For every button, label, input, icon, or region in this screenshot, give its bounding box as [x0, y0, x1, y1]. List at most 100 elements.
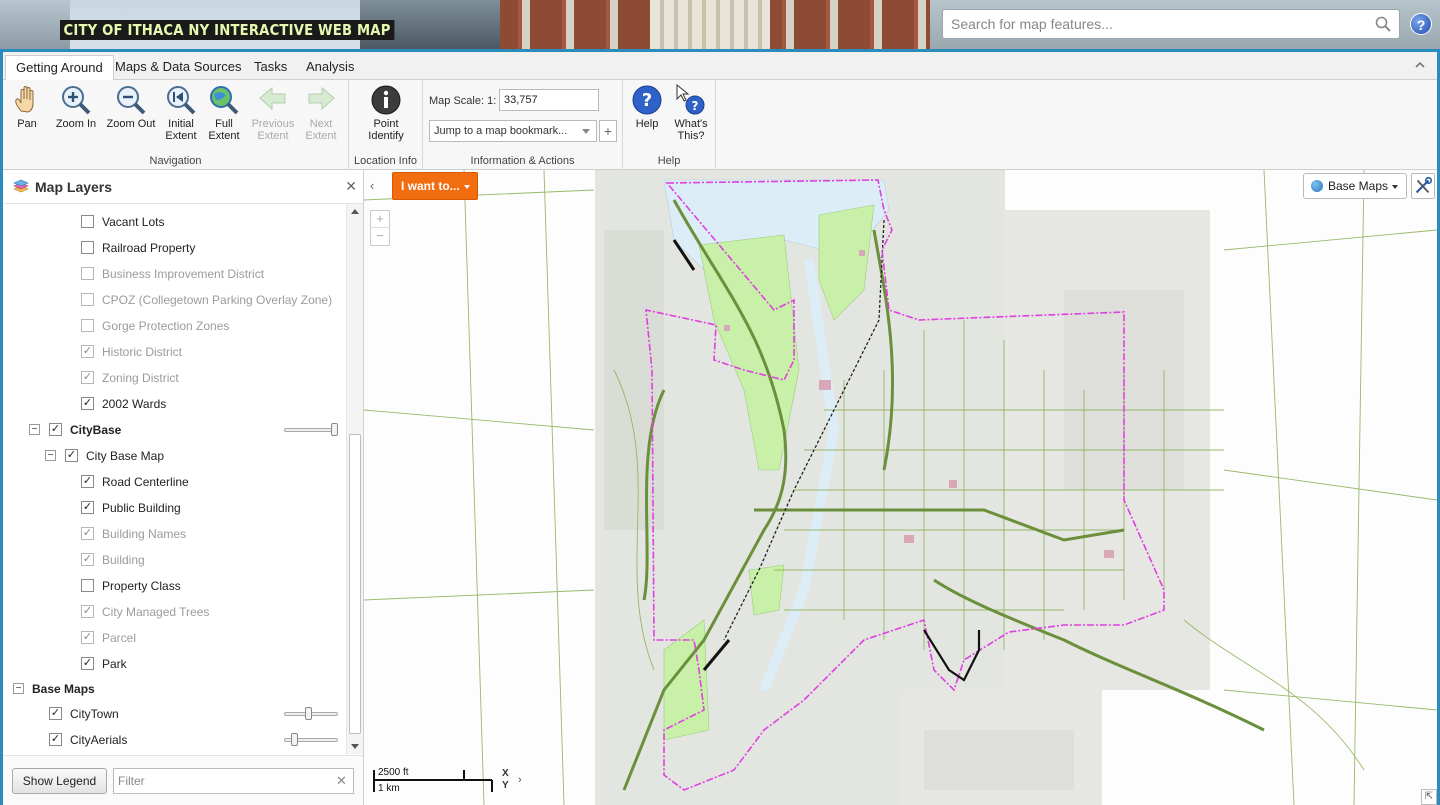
- map-tools-button[interactable]: [1411, 173, 1435, 199]
- svg-text:?: ?: [642, 90, 652, 111]
- slider-thumb[interactable]: [331, 423, 338, 436]
- zoom-out-button[interactable]: Zoom Out: [103, 84, 159, 130]
- scroll-down-icon[interactable]: [351, 744, 359, 749]
- layer-label: Park: [102, 657, 127, 671]
- globe-icon: [1311, 180, 1323, 192]
- scrollbar-thumb[interactable]: [349, 434, 361, 734]
- previous-extent-label-2: Extent: [257, 130, 289, 142]
- layer-checkbox[interactable]: ✓: [65, 449, 78, 462]
- slider-thumb[interactable]: [305, 707, 312, 720]
- layer-checkbox[interactable]: [81, 579, 94, 592]
- layer-checkbox[interactable]: ✓: [81, 371, 94, 384]
- base-maps-button[interactable]: Base Maps: [1303, 173, 1407, 199]
- expand-map-icon[interactable]: ⇱: [1421, 789, 1437, 805]
- collapse-toggle-icon[interactable]: −: [13, 683, 24, 694]
- layer-checkbox[interactable]: ✓: [81, 527, 94, 540]
- tab-maps-data-sources[interactable]: Maps & Data Sources: [105, 55, 251, 81]
- whats-this-button[interactable]: ? What's This?: [671, 84, 711, 142]
- layer-cityaerials[interactable]: ✓ CityAerials: [49, 730, 344, 750]
- show-legend-button[interactable]: Show Legend: [12, 768, 107, 794]
- layer-label: City Managed Trees: [102, 605, 210, 619]
- collapse-ribbon-icon[interactable]: [1413, 58, 1427, 72]
- opacity-slider-citytown[interactable]: [284, 707, 338, 720]
- base-maps-label: Base Maps: [1328, 179, 1389, 193]
- collapse-panel-chevron-icon[interactable]: ‹: [370, 178, 374, 193]
- layer-label: Gorge Protection Zones: [102, 319, 230, 333]
- layer-label: Railroad Property: [102, 241, 196, 255]
- opacity-slider-citybase[interactable]: [284, 423, 338, 436]
- layer-checkbox[interactable]: ✓: [49, 707, 62, 720]
- help-icon[interactable]: ?: [1410, 13, 1432, 35]
- coordinate-expand-icon[interactable]: ›: [518, 774, 522, 786]
- layer-checkbox[interactable]: [81, 267, 94, 280]
- panel-header: Map Layers ✕: [3, 170, 363, 204]
- pan-label: Pan: [17, 118, 37, 130]
- svg-text:?: ?: [692, 99, 699, 113]
- search-input[interactable]: [943, 10, 1363, 38]
- close-icon[interactable]: ✕: [345, 178, 357, 195]
- add-bookmark-button[interactable]: +: [599, 120, 617, 142]
- full-extent-button[interactable]: Full Extent: [206, 84, 242, 142]
- layer-checkbox[interactable]: ✓: [81, 501, 94, 514]
- zoom-in-button[interactable]: Zoom In: [51, 84, 101, 130]
- layer-checkbox[interactable]: ✓: [81, 553, 94, 566]
- previous-extent-button[interactable]: Previous Extent: [251, 84, 295, 142]
- collapse-toggle-icon[interactable]: −: [29, 424, 40, 435]
- zoom-in-label: Zoom In: [55, 118, 97, 130]
- opacity-slider-cityaerials[interactable]: [284, 733, 338, 746]
- i-want-to-label: I want to...: [401, 179, 460, 193]
- initial-extent-label-1: Initial: [168, 118, 194, 130]
- filter-input[interactable]: [113, 768, 354, 794]
- hand-icon: [15, 86, 34, 113]
- layer-label: Vacant Lots: [102, 215, 165, 229]
- ribbon-group-help: ? Help ? What's This? Help: [623, 80, 716, 170]
- layer-label: Building: [102, 553, 145, 567]
- tab-tasks[interactable]: Tasks: [244, 55, 297, 81]
- tab-getting-around[interactable]: Getting Around: [5, 55, 114, 81]
- layer-checkbox[interactable]: ✓: [49, 423, 62, 436]
- map-canvas[interactable]: [364, 170, 1437, 805]
- layer-list-scrollbar[interactable]: [346, 204, 363, 754]
- zoom-in-control[interactable]: +: [371, 211, 389, 228]
- full-extent-label-2: Extent: [208, 130, 240, 142]
- layer-citytown[interactable]: ✓ CityTown: [49, 704, 344, 724]
- tab-analysis[interactable]: Analysis: [296, 55, 364, 81]
- layer-checkbox[interactable]: ✓: [81, 475, 94, 488]
- layer-group-citybase[interactable]: − ✓ CityBase: [29, 420, 344, 440]
- help-icon: ?: [632, 85, 662, 115]
- search-box[interactable]: [942, 9, 1400, 39]
- pan-button[interactable]: Pan: [9, 84, 45, 130]
- layer-label: CityBase: [70, 423, 122, 437]
- collapse-toggle-icon[interactable]: −: [45, 450, 56, 461]
- layer-checkbox[interactable]: ✓: [81, 397, 94, 410]
- layer-checkbox[interactable]: ✓: [81, 345, 94, 358]
- map-layers-panel: Map Layers ✕ Vacant Lots Railroad Proper…: [3, 170, 364, 805]
- scroll-up-icon[interactable]: [351, 209, 359, 214]
- map-view[interactable]: ‹ I want to... + − Base Maps 2500 ft 1 k…: [364, 170, 1437, 805]
- ribbon-tabs: Getting Around Maps & Data Sources Tasks…: [3, 52, 1437, 81]
- scale-feet-label: 2500 ft: [378, 767, 409, 778]
- layer-checkbox[interactable]: [81, 293, 94, 306]
- full-extent-label-1: Full: [215, 118, 233, 130]
- initial-extent-button[interactable]: Initial Extent: [163, 84, 199, 142]
- layer-checkbox[interactable]: ✓: [81, 605, 94, 618]
- next-extent-button[interactable]: Next Extent: [301, 84, 341, 142]
- help-button[interactable]: ? Help: [629, 84, 665, 130]
- bookmark-select[interactable]: Jump to a map bookmark...: [429, 120, 597, 142]
- layer-checkbox[interactable]: [81, 319, 94, 332]
- i-want-to-button[interactable]: I want to...: [392, 172, 478, 200]
- layer-checkbox[interactable]: [81, 241, 94, 254]
- layer-checkbox[interactable]: ✓: [81, 657, 94, 670]
- help-group-label: Help: [657, 155, 681, 167]
- clear-filter-icon[interactable]: ✕: [336, 773, 347, 789]
- zoom-out-control[interactable]: −: [371, 228, 389, 245]
- layer-checkbox[interactable]: ✓: [81, 631, 94, 644]
- layer-checkbox[interactable]: [81, 215, 94, 228]
- layers-icon: [13, 179, 29, 193]
- map-scale-input[interactable]: 33,757: [499, 89, 599, 111]
- point-identify-button[interactable]: Point Identify: [363, 84, 409, 142]
- slider-thumb[interactable]: [291, 733, 298, 746]
- layer-checkbox[interactable]: ✓: [49, 733, 62, 746]
- layer-label: Historic District: [102, 345, 182, 359]
- search-icon[interactable]: [1375, 16, 1391, 32]
